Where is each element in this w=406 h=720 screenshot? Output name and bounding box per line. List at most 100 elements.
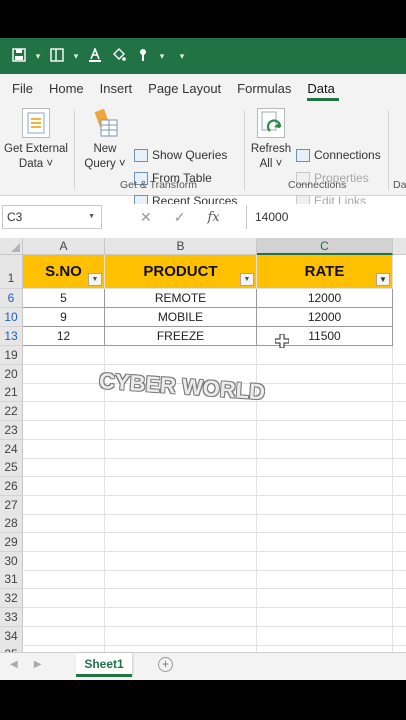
empty-cell[interactable]	[23, 552, 105, 571]
row-header[interactable]: 27	[0, 496, 23, 515]
header-cell-sno[interactable]: S.NO ▼	[23, 255, 105, 289]
row-header[interactable]: 19	[0, 346, 23, 365]
empty-cell[interactable]	[23, 477, 105, 496]
empty-cell[interactable]	[105, 421, 257, 440]
confirm-icon[interactable]: ✓	[174, 209, 186, 226]
header-cell-rate[interactable]: RATE ▼	[257, 255, 393, 289]
empty-cell[interactable]	[23, 421, 105, 440]
row-header[interactable]: 25	[0, 458, 23, 477]
insert-function-icon[interactable]: fx	[207, 210, 219, 225]
cell-c10[interactable]: 12000	[257, 308, 393, 327]
empty-cell[interactable]	[393, 458, 406, 477]
paint-icon[interactable]	[110, 47, 128, 65]
select-all-button[interactable]	[0, 238, 23, 255]
cell-a10[interactable]: 9	[23, 308, 105, 327]
empty-cell[interactable]	[393, 496, 406, 515]
empty-cell[interactable]	[257, 402, 393, 421]
row-header[interactable]: 28	[0, 514, 23, 533]
empty-cell[interactable]	[257, 346, 393, 365]
empty-cell[interactable]	[257, 514, 393, 533]
empty-cell[interactable]	[393, 514, 406, 533]
active-filter-icon[interactable]: ▼	[376, 273, 390, 286]
row-header[interactable]: 33	[0, 608, 23, 627]
save-icon[interactable]	[10, 47, 28, 65]
filter-dropdown-icon[interactable]: ▼	[88, 273, 102, 286]
empty-cell[interactable]	[105, 346, 257, 365]
empty-cell[interactable]	[393, 402, 406, 421]
empty-cell[interactable]	[105, 570, 257, 589]
empty-cell[interactable]	[393, 627, 406, 646]
row-header[interactable]: 6	[0, 289, 23, 308]
cell-a13[interactable]: 12	[23, 327, 105, 346]
font-color-icon[interactable]	[86, 46, 104, 65]
chevron-left-icon[interactable]: ◀	[10, 659, 18, 670]
empty-cell[interactable]	[257, 570, 393, 589]
row-header[interactable]: 32	[0, 589, 23, 608]
empty-cell[interactable]	[23, 402, 105, 421]
empty-cell[interactable]	[257, 477, 393, 496]
chevron-down-icon[interactable]: ▼	[88, 206, 95, 228]
empty-cell[interactable]	[393, 383, 406, 402]
tab-insert[interactable]: Insert	[100, 74, 145, 104]
row-header[interactable]: 24	[0, 440, 23, 459]
add-sheet-icon[interactable]: +	[158, 657, 173, 672]
empty-cell[interactable]	[393, 477, 406, 496]
row-header[interactable]: 13	[0, 327, 23, 346]
empty-cell[interactable]	[393, 570, 406, 589]
row-header[interactable]: 29	[0, 533, 23, 552]
empty-cell[interactable]	[23, 458, 105, 477]
empty-cell[interactable]	[393, 645, 406, 652]
empty-cell[interactable]	[105, 552, 257, 571]
empty-cell[interactable]	[257, 383, 393, 402]
column-header-d[interactable]	[393, 238, 406, 255]
row-header[interactable]: 35	[0, 645, 23, 652]
empty-cell[interactable]	[257, 608, 393, 627]
empty-cell[interactable]	[257, 533, 393, 552]
empty-cell[interactable]	[105, 514, 257, 533]
tab-file[interactable]: File	[12, 74, 45, 104]
empty-cell[interactable]	[105, 402, 257, 421]
cell-b10[interactable]: MOBILE	[105, 308, 257, 327]
empty-cell[interactable]	[257, 365, 393, 384]
layout-icon[interactable]	[48, 47, 66, 65]
column-header-b[interactable]: B	[105, 238, 257, 255]
empty-cell[interactable]	[105, 608, 257, 627]
brush-icon[interactable]	[134, 48, 152, 65]
empty-cell[interactable]	[105, 589, 257, 608]
empty-cell[interactable]	[23, 346, 105, 365]
empty-cell[interactable]	[23, 608, 105, 627]
column-header-c[interactable]: C	[257, 238, 393, 255]
row-header[interactable]: 26	[0, 477, 23, 496]
empty-cell[interactable]	[23, 645, 105, 652]
cell-b13[interactable]: FREEZE	[105, 327, 257, 346]
empty-cell[interactable]	[393, 589, 406, 608]
empty-cell[interactable]	[257, 552, 393, 571]
empty-cell[interactable]	[23, 589, 105, 608]
empty-cell[interactable]	[105, 645, 257, 652]
empty-cell[interactable]	[257, 627, 393, 646]
cancel-icon[interactable]: ✕	[140, 209, 152, 226]
empty-cell[interactable]	[257, 458, 393, 477]
header-cell-product[interactable]: PRODUCT ▼	[105, 255, 257, 289]
empty-cell[interactable]	[257, 496, 393, 515]
empty-cell[interactable]	[23, 383, 105, 402]
chevron-right-icon[interactable]: ▶	[34, 659, 42, 670]
empty-cell[interactable]	[393, 365, 406, 384]
row-header[interactable]: 20	[0, 365, 23, 384]
empty-cell[interactable]	[23, 570, 105, 589]
refresh-all-button[interactable]: Refresh All ˅	[248, 108, 294, 172]
tab-data[interactable]: Data	[307, 74, 346, 104]
empty-cell[interactable]	[105, 533, 257, 552]
formula-input[interactable]: 14000	[246, 205, 404, 229]
row-header[interactable]: 1	[0, 255, 23, 289]
empty-cell[interactable]	[393, 346, 406, 365]
empty-cell[interactable]	[393, 421, 406, 440]
row-header[interactable]: 31	[0, 570, 23, 589]
row-header[interactable]: 23	[0, 421, 23, 440]
empty-cell[interactable]	[393, 608, 406, 627]
empty-cell[interactable]	[257, 421, 393, 440]
empty-cell[interactable]	[23, 440, 105, 459]
empty-cell[interactable]	[23, 533, 105, 552]
tab-page-layout[interactable]: Page Layout	[148, 74, 233, 104]
tab-formulas[interactable]: Formulas	[237, 74, 303, 104]
